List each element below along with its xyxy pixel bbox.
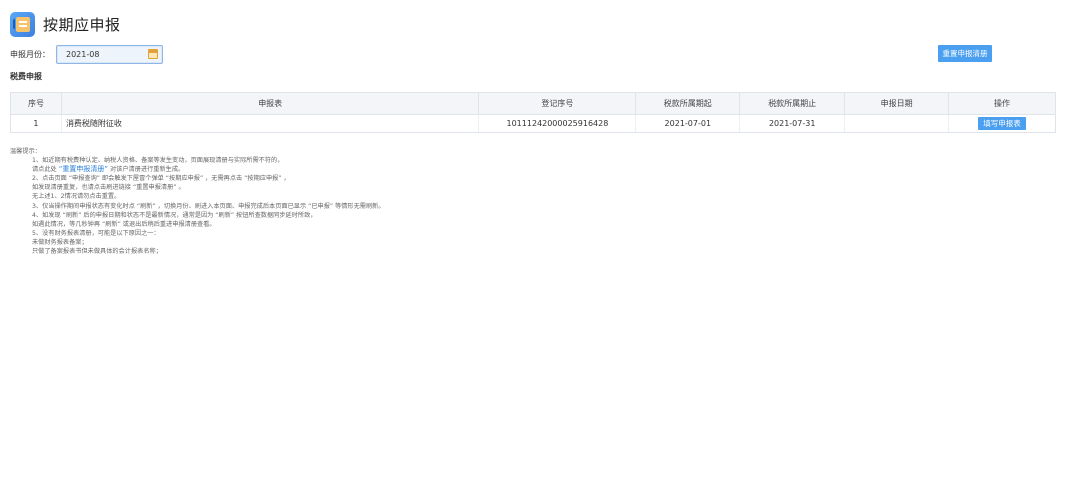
reset-list-button[interactable]: 重置申报清册 xyxy=(938,45,992,62)
tip-line: 请点此处 “重置申报清册” 对该户清册进行重新生成。 xyxy=(10,165,385,174)
tip-line: 只做了备案报表书但未做具体的会计报表名称； xyxy=(32,248,162,256)
tip-line: 5、没有财务报表清册，可能是以下原因之一： xyxy=(32,229,160,237)
col-header-declare-date: 申报日期 xyxy=(844,92,950,115)
col-header-period-start: 税款所属期起 xyxy=(635,92,741,115)
table-row: 1 消费税随附征收 10111242000025916428 2021-07-0… xyxy=(10,114,1056,133)
declaration-app-icon xyxy=(10,11,35,37)
tip-line: 未做财务报表备案； xyxy=(32,238,88,246)
period-label: 申报月份： xyxy=(10,49,50,59)
tips-title: 温馨提示： xyxy=(10,148,41,155)
col-header-period-end: 税款所属期止 xyxy=(739,92,846,115)
cell-period-end: 2021-07-31 xyxy=(739,114,845,133)
tips-block: 温馨提示： 1、如近期有税费种认定、纳税人资格、备案等发生变动，页面展现清册与实… xyxy=(10,147,385,256)
cell-period-start: 2021-07-01 xyxy=(635,114,740,133)
cell-no: 1 xyxy=(10,114,62,133)
fill-form-button[interactable]: 填写申报表 xyxy=(978,117,1026,130)
tip-line: 无上述1、2情况请勿点击重置。 xyxy=(32,193,121,201)
reset-list-link[interactable]: “重置申报清册” xyxy=(59,165,108,173)
page-title: 按期应申报 xyxy=(43,15,121,34)
table-header-row: 序号 申报表 登记序号 税款所属期起 税款所属期止 申报日期 操作 xyxy=(10,92,1056,115)
page-header: 按期应申报 xyxy=(10,8,121,40)
col-header-reg-no: 登记序号 xyxy=(478,92,637,115)
tip-text: 对该户清册进行重新生成。 xyxy=(109,166,185,174)
cell-declare-date xyxy=(844,114,949,133)
cell-form: 消费税随附征收 xyxy=(60,114,479,133)
declaration-table: 序号 申报表 登记序号 税款所属期起 税款所属期止 申报日期 操作 1 消费税随… xyxy=(10,92,1056,133)
tip-line: 3、仅当操作期间申报状态有变化时点 “刷新” ，切换月份、刷进入本页面、申报完成… xyxy=(32,202,385,210)
cell-reg-no: 10111242000025916428 xyxy=(478,114,636,133)
tip-line: 1、如近期有税费种认定、纳税人资格、备案等发生变动，页面展现清册与实际所需不符的… xyxy=(32,157,284,165)
tip-line: 4、如发现 “刷新” 后的申报日期和状态不是最新情况，通常是因为 “刷新” 按钮… xyxy=(32,211,317,219)
tip-line: 如发现清册重复，也请点击刷进链接 “重置申报清册” 。 xyxy=(32,184,185,192)
calendar-icon[interactable] xyxy=(148,48,158,59)
tip-line: 如遇此情况，等几秒钟再 “刷新” 或退出后稍后重进申报清册查看。 xyxy=(32,220,216,228)
tip-line: 2、点击页面 “申报查询” 即会触发下屋冒个弹单 “按期应申报” ，无需再点击 … xyxy=(32,175,290,183)
cell-action: 填写申报表 xyxy=(948,114,1056,133)
period-row: 申报月份： 2021-08 xyxy=(10,44,163,64)
col-header-no: 序号 xyxy=(10,92,62,115)
section-title: 税费申报 xyxy=(10,72,42,81)
col-header-form: 申报表 xyxy=(60,92,480,115)
period-month-value: 2021-08 xyxy=(66,49,100,59)
col-header-action: 操作 xyxy=(948,92,1056,115)
period-month-input[interactable]: 2021-08 xyxy=(56,44,163,64)
tip-text: 请点此处 xyxy=(32,166,57,174)
